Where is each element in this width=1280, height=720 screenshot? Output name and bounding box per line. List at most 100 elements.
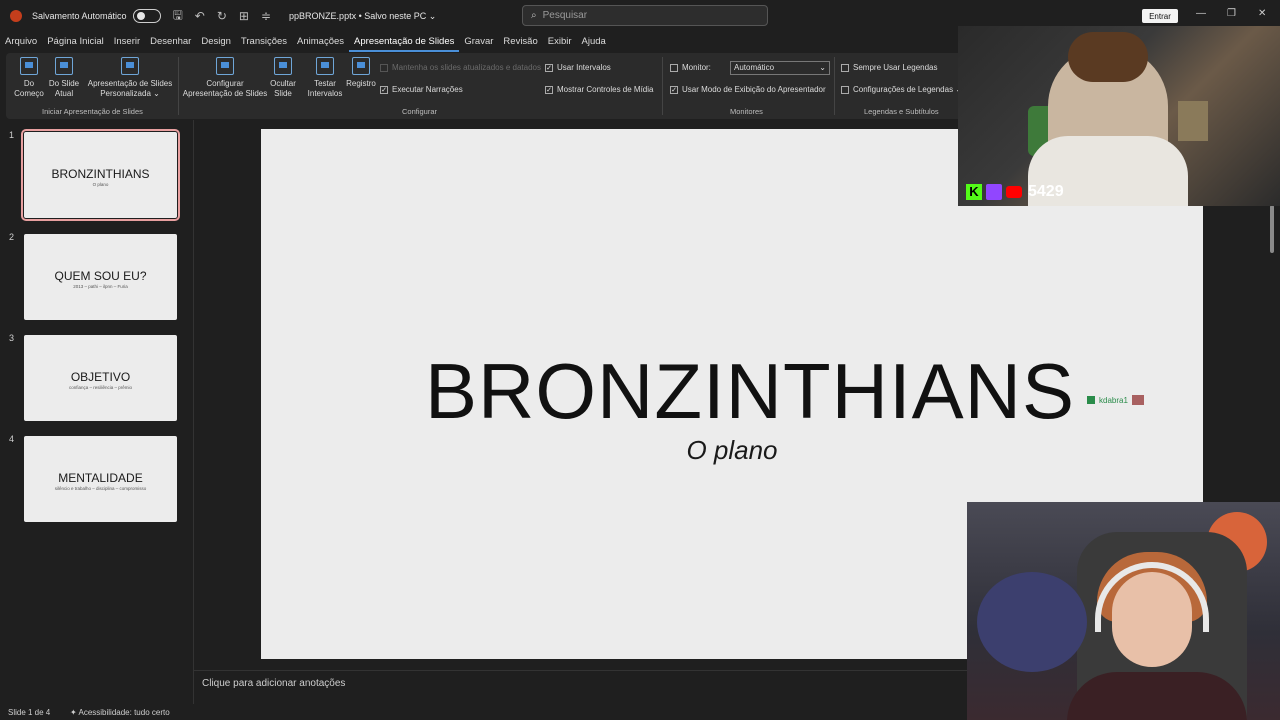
ribbon-tabs: Arquivo Página Inicial Inserir Desenhar … — [0, 34, 611, 52]
record-icon — [352, 57, 370, 75]
ribbon-separator — [662, 57, 663, 115]
youtube-plaque — [1178, 101, 1208, 141]
slide-title[interactable]: BRONZINTHIANS — [279, 346, 1221, 437]
pane-divider[interactable] — [193, 120, 194, 705]
signin-button[interactable]: Entrar — [1142, 9, 1178, 23]
caption-settings-button[interactable]: Configurações de Legendas ⌄ — [841, 85, 962, 94]
tab-transicoes[interactable]: Transições — [236, 34, 292, 52]
viewer-count-bar: K 5429 — [966, 183, 1064, 201]
tab-exibir[interactable]: Exibir — [543, 34, 577, 52]
present-icon[interactable]: ⊞ — [239, 9, 249, 23]
ribbon-separator — [834, 57, 835, 115]
setup-show-button[interactable]: Configurar Apresentação de Slides — [182, 57, 268, 99]
thumbnail-title: QUEM SOU EU? — [54, 269, 147, 283]
powerpoint-logo-icon — [10, 10, 22, 22]
ribbon-separator — [178, 57, 179, 115]
captions-icon — [841, 85, 849, 94]
checkbox-box — [380, 63, 388, 72]
monitor-label: Monitor: — [670, 63, 711, 72]
group-label-setup: Configurar — [402, 107, 438, 116]
slide-thumbnail-4[interactable]: MENTALIDADE silêncio e trabalho – discip… — [24, 436, 177, 522]
kick-icon: K — [966, 184, 982, 200]
tab-gravar[interactable]: Gravar — [459, 34, 498, 52]
slide-thumbnail-1[interactable]: BRONZINTHIANS O plano — [21, 129, 180, 221]
thumbnail-title: OBJETIVO — [70, 370, 131, 384]
setup-show-icon — [216, 57, 234, 75]
minimize-icon[interactable]: — — [1196, 8, 1206, 19]
checkmark-icon: ✓ — [545, 63, 553, 72]
undo-icon[interactable]: ↶ — [195, 9, 205, 23]
tab-animacoes[interactable]: Animações — [292, 34, 349, 52]
checkmark-icon: ✓ — [380, 85, 388, 94]
record-button[interactable]: Registro — [344, 57, 378, 89]
file-name[interactable]: ppBRONZE.pptx • Salvo neste PC ⌄ — [289, 11, 436, 22]
tab-apresentacao[interactable]: Apresentação de Slides — [349, 34, 460, 52]
streamer-shirt — [1067, 672, 1247, 720]
streamer-hair — [1068, 32, 1148, 82]
emote-icon — [1131, 395, 1144, 405]
group-label-monitors: Monitores — [730, 107, 763, 116]
slide-subtitle[interactable]: O plano — [261, 435, 1203, 466]
hide-slide-button[interactable]: Ocultar Slide — [268, 57, 298, 99]
custom-show-button[interactable]: Apresentação de Slides Personalizada ⌄ — [86, 57, 174, 99]
keep-updated-checkbox[interactable]: Mantenha os slides atualizados e datados — [380, 63, 541, 72]
checkmark-icon: ✓ — [670, 85, 678, 94]
tab-revisao[interactable]: Revisão — [498, 34, 542, 52]
autosave-label: Salvamento Automático — [32, 11, 127, 21]
webcam-streamer-1: K 5429 — [958, 26, 1280, 206]
close-icon[interactable]: ✕ — [1258, 8, 1266, 19]
kick-badge-icon — [1087, 396, 1095, 404]
search-input[interactable]: ⌕ Pesquisar — [522, 5, 768, 26]
accessibility-status[interactable]: ✦ Acessibilidade: tudo certo — [70, 708, 170, 717]
tab-ajuda[interactable]: Ajuda — [577, 34, 611, 52]
custom-show-icon — [121, 57, 139, 75]
viewer-count: 5429 — [1028, 183, 1064, 200]
from-current-button[interactable]: Do Slide Atual — [46, 57, 82, 99]
thumbnail-subtitle: O plano — [92, 182, 109, 187]
group-label-captions: Legendas e Subtítulos — [864, 107, 939, 116]
tab-pagina-inicial[interactable]: Página Inicial — [42, 34, 109, 52]
slide-thumbnail-3[interactable]: OBJETIVO confiança – resiliência – prêmi… — [24, 335, 177, 421]
thumbnail-subtitle: confiança – resiliência – prêmio — [68, 385, 133, 390]
thumbnail-number: 1 — [9, 130, 15, 140]
slide-thumbnail-2[interactable]: QUEM SOU EU? 2013 – pathi – ilpnn – Furi… — [24, 234, 177, 320]
rehearse-icon — [316, 57, 334, 75]
vertical-scrollbar[interactable] — [1270, 205, 1274, 253]
maximize-icon[interactable]: ❐ — [1227, 8, 1236, 19]
search-placeholder: Pesquisar — [542, 10, 588, 21]
thumbnail-title: BRONZINTHIANS — [51, 167, 150, 181]
play-current-icon — [55, 57, 73, 75]
media-controls-checkbox[interactable]: ✓ Mostrar Controles de Mídia — [545, 85, 653, 94]
always-captions-checkbox[interactable]: Sempre Usar Legendas — [841, 63, 938, 72]
chat-username: kdabra1 — [1099, 395, 1128, 405]
redo-icon[interactable]: ↻ — [217, 9, 227, 23]
plush-toy — [977, 572, 1087, 672]
save-icon[interactable]: 🖫 — [173, 6, 183, 27]
chat-overlay: kdabra1 — [1087, 395, 1144, 405]
tab-desenhar[interactable]: Desenhar — [145, 34, 196, 52]
thumbnail-subtitle: 2013 – pathi – ilpnn – Furia — [73, 284, 128, 289]
group-label-start: Iniciar Apresentação de Slides — [42, 107, 143, 116]
tab-design[interactable]: Design — [196, 34, 236, 52]
presenter-view-checkbox[interactable]: ✓ Usar Modo de Exibição do Apresentador — [670, 85, 826, 94]
thumbnail-number: 2 — [9, 232, 15, 242]
thumbnail-subtitle: silêncio e trabalho – disciplina – compr… — [54, 486, 147, 491]
checkmark-icon: ✓ — [545, 85, 553, 94]
thumbnail-number: 3 — [9, 333, 15, 343]
slide-thumbnails-pane: 1 BRONZINTHIANS O plano 2 QUEM SOU EU? 2… — [0, 124, 193, 704]
twitch-icon — [986, 184, 1002, 200]
rehearse-timings-button[interactable]: Testar Intervalos — [306, 57, 344, 99]
checkbox-box — [841, 63, 849, 72]
webcam-streamer-2 — [967, 502, 1280, 720]
customize-qat-icon[interactable]: ≑ — [261, 9, 271, 23]
autosave-toggle[interactable] — [132, 9, 161, 23]
thumbnail-title: MENTALIDADE — [58, 471, 143, 485]
tab-inserir[interactable]: Inserir — [109, 34, 145, 52]
monitor-select[interactable]: Automático ⌄ — [730, 61, 830, 75]
slide-count: Slide 1 de 4 — [8, 708, 51, 717]
youtube-icon — [1006, 186, 1022, 198]
use-timings-checkbox[interactable]: ✓ Usar Intervalos — [545, 63, 611, 72]
from-beginning-button[interactable]: Do Começo — [12, 57, 46, 99]
play-narrations-checkbox[interactable]: ✓ Executar Narrações — [380, 85, 463, 94]
tab-arquivo[interactable]: Arquivo — [0, 34, 42, 52]
